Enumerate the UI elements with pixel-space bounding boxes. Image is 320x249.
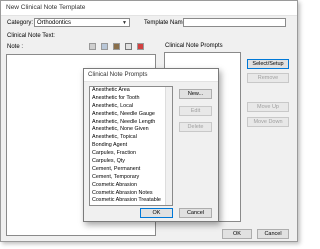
list-item[interactable]: Cement, Permanent <box>90 166 172 174</box>
chevron-down-icon: ▼ <box>122 20 127 26</box>
category-value: Orthodontics <box>37 20 72 26</box>
clinical-note-prompts-dialog: Clinical Note Prompts Anesthetic Area Ane… <box>83 68 219 222</box>
dialog-title-bar: Clinical Note Prompts <box>84 69 218 82</box>
category-select[interactable]: Orthodontics ▼ <box>34 18 130 27</box>
list-item[interactable]: Anesthetic, Needle Gauge <box>90 111 172 119</box>
dialog-title: Clinical Note Prompts <box>88 71 148 78</box>
edit-prompt-button[interactable]: Edit <box>179 106 212 116</box>
list-item[interactable]: Anesthetic, Local <box>90 103 172 111</box>
note-label: Note : <box>7 44 24 50</box>
clinical-note-prompts-label: Clinical Note Prompts <box>165 43 223 49</box>
spellcheck-icon[interactable] <box>125 43 132 50</box>
select-setup-button[interactable]: Select/Setup <box>247 59 289 69</box>
list-item[interactable]: Cosmetic Abrasion Treatable <box>90 197 172 205</box>
list-item[interactable]: Carpules, Qty <box>90 158 172 166</box>
cancel-button[interactable]: Cancel <box>257 229 289 239</box>
clinical-note-text-label: Clinical Note Text: <box>7 33 55 39</box>
prompts-list-scrollbar[interactable] <box>165 87 172 205</box>
list-item[interactable]: Anesthetic, Topical <box>90 134 172 142</box>
new-prompt-button[interactable]: New... <box>179 89 212 99</box>
list-item[interactable]: Cosmetic Abrasion <box>90 182 172 190</box>
move-up-button[interactable]: Move Up <box>247 102 289 112</box>
notes-icon[interactable] <box>113 43 120 50</box>
dialog-cancel-button[interactable]: Cancel <box>179 208 212 218</box>
list-item[interactable]: Bonding Agent <box>90 142 172 150</box>
list-item[interactable]: Anesthetic, None Given <box>90 126 172 134</box>
list-item[interactable]: Carpules, Fraction <box>90 150 172 158</box>
insert-prompt-icon[interactable] <box>137 43 144 50</box>
title-bar: New Clinical Note Template <box>1 1 297 16</box>
window-title: New Clinical Note Template <box>6 4 86 11</box>
tools-icon[interactable] <box>89 43 96 50</box>
list-item[interactable]: Anesthetic Area <box>90 87 172 95</box>
ok-button[interactable]: OK <box>222 229 252 239</box>
move-down-button[interactable]: Move Down <box>247 117 289 127</box>
prompts-list[interactable]: Anesthetic Area Anesthetic for Tooth Anest… <box>89 86 173 206</box>
copy-icon[interactable] <box>101 43 108 50</box>
remove-button[interactable]: Remove <box>247 73 289 83</box>
category-label: Category: <box>7 20 34 26</box>
list-item[interactable]: Anesthetic for Tooth <box>90 95 172 103</box>
delete-prompt-button[interactable]: Delete <box>179 122 212 132</box>
template-name-label: Template Name: <box>144 20 188 26</box>
list-item[interactable]: Cosmetic Area <box>90 205 172 206</box>
dialog-ok-button[interactable]: OK <box>140 208 173 218</box>
list-item[interactable]: Anesthetic, Needle Length <box>90 119 172 127</box>
template-name-input[interactable] <box>183 18 286 27</box>
list-item[interactable]: Cement, Temporary <box>90 174 172 182</box>
list-item[interactable]: Cosmetic Abrasion Notes <box>90 190 172 198</box>
